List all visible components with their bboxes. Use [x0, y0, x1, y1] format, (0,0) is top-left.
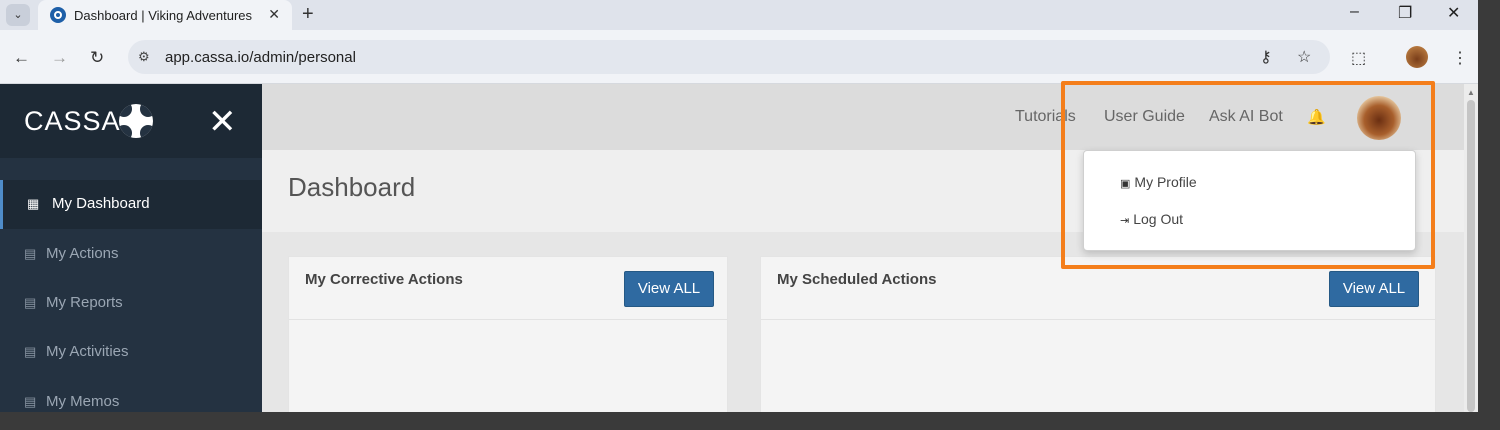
- tab-search-button[interactable]: ⌄: [6, 4, 30, 26]
- tab-title: Dashboard | Viking Adventures: [74, 8, 252, 23]
- memo-icon: ▤: [24, 394, 37, 409]
- restore-button[interactable]: ❐: [1398, 3, 1412, 23]
- sidebar-item-label: My Actions: [46, 245, 119, 262]
- address-bar[interactable]: ⚙ app.cassa.io/admin/personal ⚷ ☆: [128, 40, 1330, 74]
- url-text[interactable]: app.cassa.io/admin/personal: [165, 49, 356, 66]
- close-tab-icon[interactable]: ✕: [268, 6, 280, 23]
- back-arrow-icon[interactable]: ←: [13, 48, 30, 68]
- sidebar-item-my-memos[interactable]: ▤ My Memos: [0, 378, 262, 412]
- activity-icon: ▤: [24, 344, 37, 359]
- browser-window: ⌄ Dashboard | Viking Adventures ✕ + – ❐ …: [0, 0, 1478, 412]
- sidebar-item-label: My Reports: [46, 294, 123, 311]
- tab-bar: ⌄ Dashboard | Viking Adventures ✕ + – ❐ …: [0, 0, 1478, 30]
- sidebar: CASSA ✕ ▦ My Dashboard ▤ My Actions ▤ My…: [0, 84, 262, 412]
- view-all-corrective-button[interactable]: View ALL: [624, 271, 714, 307]
- reload-icon[interactable]: ↻: [90, 48, 104, 68]
- site-info-icon[interactable]: ⚙: [138, 49, 150, 65]
- extensions-icon[interactable]: ⬚: [1351, 48, 1366, 68]
- card-title: My Corrective Actions: [305, 271, 463, 288]
- brand-header: CASSA ✕: [0, 84, 262, 158]
- sidebar-item-my-actions[interactable]: ▤ My Actions: [0, 230, 262, 279]
- brand-logo-icon: [119, 104, 153, 138]
- forward-arrow-icon[interactable]: →: [51, 48, 68, 68]
- brand-name: CASSA: [24, 106, 121, 136]
- sidebar-item-label: My Activities: [46, 343, 129, 360]
- calendar-icon: ▤: [24, 246, 37, 261]
- new-tab-button[interactable]: +: [302, 3, 314, 26]
- card-divider: [761, 319, 1435, 320]
- report-icon: ▤: [24, 295, 37, 310]
- sidebar-item-my-activities[interactable]: ▤ My Activities: [0, 328, 262, 377]
- card-title: My Scheduled Actions: [777, 271, 937, 288]
- favicon-icon: [50, 7, 66, 23]
- view-all-scheduled-button[interactable]: View ALL: [1329, 271, 1419, 307]
- annotation-highlight-box: [1061, 81, 1435, 269]
- page-scrollbar[interactable]: ▲: [1464, 84, 1478, 412]
- card-divider: [289, 319, 727, 320]
- browser-profile-avatar[interactable]: [1406, 46, 1428, 68]
- browser-toolbar: ← → ↻ ⚙ app.cassa.io/admin/personal ⚷ ☆ …: [0, 30, 1478, 84]
- corrective-actions-card: My Corrective Actions View ALL: [288, 256, 728, 412]
- close-window-button[interactable]: ✕: [1447, 3, 1460, 23]
- sidebar-item-my-reports[interactable]: ▤ My Reports: [0, 279, 262, 328]
- password-key-icon[interactable]: ⚷: [1260, 47, 1272, 67]
- sidebar-item-my-dashboard[interactable]: ▦ My Dashboard: [0, 180, 262, 229]
- page-title: Dashboard: [288, 172, 416, 202]
- scroll-thumb[interactable]: [1467, 100, 1475, 412]
- scheduled-actions-card: My Scheduled Actions View ALL: [760, 256, 1436, 412]
- close-sidebar-icon[interactable]: ✕: [208, 102, 237, 142]
- dashboard-icon: ▦: [27, 196, 40, 211]
- minimize-button[interactable]: –: [1350, 3, 1359, 21]
- browser-tab[interactable]: Dashboard | Viking Adventures ✕: [38, 0, 292, 30]
- bookmark-star-icon[interactable]: ☆: [1297, 47, 1311, 67]
- scroll-up-arrow-icon[interactable]: ▲: [1467, 88, 1475, 97]
- browser-menu-icon[interactable]: ⋮: [1452, 48, 1468, 68]
- sidebar-item-label: My Dashboard: [52, 195, 150, 212]
- sidebar-item-label: My Memos: [46, 393, 120, 410]
